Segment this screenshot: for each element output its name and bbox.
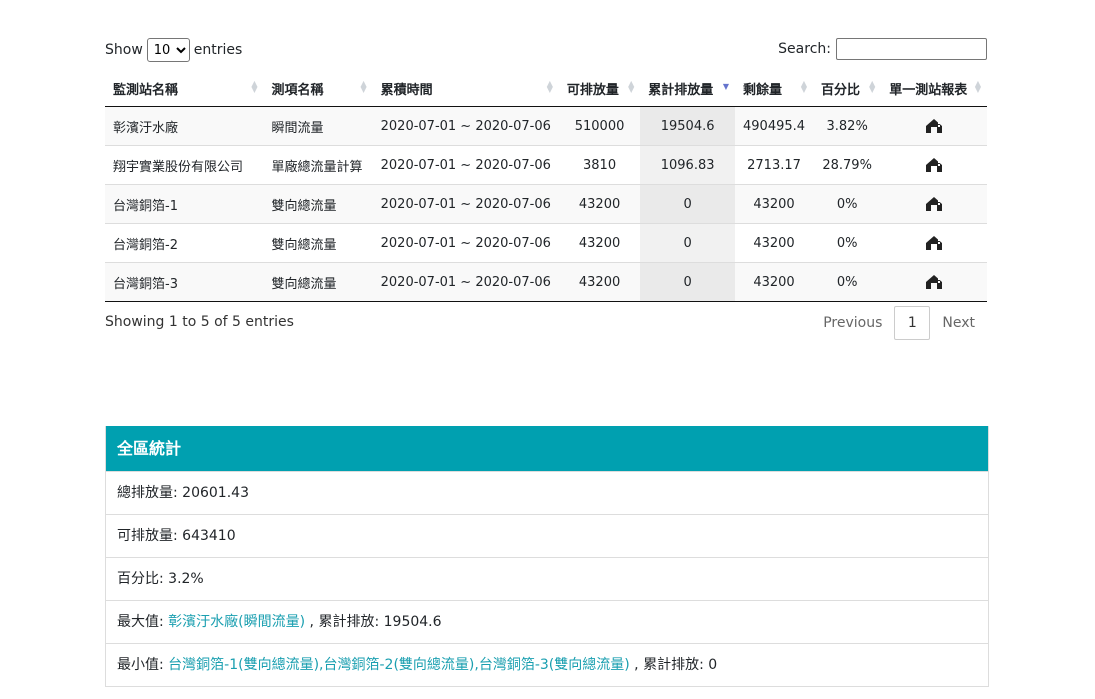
sort-icon: ▲ ▼	[360, 79, 367, 94]
cell-report	[881, 184, 987, 224]
stat-allowed-emission: 可排放量: 643410	[106, 514, 988, 557]
cell-cumulative: 0	[640, 184, 735, 224]
cell-item: 雙向總流量	[263, 184, 373, 224]
cell-period: 2020-07-01 ~ 2020-07-06	[372, 262, 559, 302]
cell-allowed: 43200	[558, 262, 641, 302]
report-house-icon[interactable]	[925, 157, 943, 173]
search-control: Search:	[778, 38, 987, 60]
cell-station: 台灣銅箔-1	[105, 184, 264, 224]
table-header-row: 監測站名稱 ▲ ▼ 測項名稱 ▲ ▼ 累積時間 ▲ ▼ 可排放量 ▲ ▼ 累計排放量 ▼ 剩餘量 ▲…	[105, 70, 987, 107]
page-button-1[interactable]: 1	[894, 306, 931, 340]
area-statistics-panel: 全區統計 總排放量: 20601.43 可排放量: 643410 百分比: 3.…	[105, 426, 989, 687]
min-station-link[interactable]: 台灣銅箔-1(雙向總流量),台灣銅箔-2(雙向總流量),台灣銅箔-3(雙向總流量…	[168, 657, 630, 673]
next-button[interactable]: Next	[930, 307, 987, 339]
cell-report	[881, 223, 987, 263]
cell-station: 台灣銅箔-3	[105, 262, 264, 302]
table-row: 彰濱汙水廠 瞬間流量 2020-07-01 ~ 2020-07-06 51000…	[105, 106, 987, 146]
table-row: 翔宇實業股份有限公司 單廠總流量計算 2020-07-01 ~ 2020-07-…	[105, 145, 987, 185]
cell-remaining: 490495.4	[735, 106, 814, 146]
col-header-cumulative[interactable]: 累計排放量 ▼	[640, 70, 735, 107]
page-length-select[interactable]: 10	[146, 38, 190, 62]
cell-period: 2020-07-01 ~ 2020-07-06	[372, 145, 559, 185]
cell-percent: 0%	[813, 262, 882, 302]
cell-cumulative: 19504.6	[640, 106, 735, 146]
stat-label: 總排放量:	[117, 485, 183, 501]
col-header-item[interactable]: 測項名稱 ▲ ▼	[263, 70, 373, 107]
cell-remaining: 2713.17	[735, 145, 814, 185]
cell-report	[881, 106, 987, 146]
stat-total-emission: 總排放量: 20601.43	[106, 471, 988, 514]
emission-table: 監測站名稱 ▲ ▼ 測項名稱 ▲ ▼ 累積時間 ▲ ▼ 可排放量 ▲ ▼ 累計排放量 ▼ 剩餘量 ▲…	[105, 70, 987, 302]
cell-item: 單廠總流量計算	[263, 145, 373, 185]
report-house-icon[interactable]	[925, 118, 943, 134]
search-label: Search:	[778, 41, 831, 57]
entries-label: entries	[193, 42, 243, 58]
cell-remaining: 43200	[735, 262, 814, 302]
sort-icon: ▲ ▼	[800, 79, 808, 94]
stat-value: 3.2%	[168, 571, 204, 587]
cell-allowed: 3810	[558, 145, 641, 185]
table-row: 台灣銅箔-1 雙向總流量 2020-07-01 ~ 2020-07-06 432…	[105, 184, 987, 224]
col-header-allowed[interactable]: 可排放量 ▲ ▼	[558, 70, 641, 107]
cell-allowed: 510000	[558, 106, 641, 146]
cell-item: 瞬間流量	[263, 106, 373, 146]
col-header-period[interactable]: 累積時間 ▲ ▼	[372, 70, 559, 107]
stat-value: 20601.43	[182, 485, 249, 501]
cell-allowed: 43200	[558, 184, 641, 224]
cell-station: 台灣銅箔-2	[105, 223, 264, 263]
sort-icon: ▲ ▼	[869, 79, 876, 94]
cell-percent: 28.79%	[813, 145, 882, 185]
max-station-link[interactable]: 彰濱汙水廠(瞬間流量)	[168, 614, 305, 630]
panel-title: 全區統計	[106, 426, 988, 471]
stat-percentage: 百分比: 3.2%	[106, 557, 988, 600]
previous-button[interactable]: Previous	[811, 307, 894, 339]
stat-suffix: , 累計排放: 0	[629, 657, 718, 673]
report-house-icon[interactable]	[925, 274, 943, 290]
sort-icon: ▲ ▼	[628, 79, 635, 94]
stat-label: 可排放量:	[117, 528, 183, 544]
cell-item: 雙向總流量	[263, 262, 373, 302]
col-header-remaining[interactable]: 剩餘量 ▲ ▼	[735, 70, 814, 107]
table-row: 台灣銅箔-2 雙向總流量 2020-07-01 ~ 2020-07-06 432…	[105, 223, 987, 263]
sort-icon: ▲ ▼	[251, 79, 258, 94]
stat-maximum: 最大值: 彰濱汙水廠(瞬間流量) , 累計排放: 19504.6	[106, 600, 988, 643]
pagination: Previous 1 Next	[811, 306, 987, 340]
cell-percent: 0%	[813, 223, 882, 263]
cell-remaining: 43200	[735, 223, 814, 263]
cell-cumulative: 0	[640, 223, 735, 263]
cell-station: 翔宇實業股份有限公司	[105, 145, 264, 185]
sort-icon: ▲ ▼	[974, 79, 981, 94]
cell-cumulative: 1096.83	[640, 145, 735, 185]
stat-label: 百分比:	[117, 571, 169, 587]
cell-report	[881, 145, 987, 185]
cell-station: 彰濱汙水廠	[105, 106, 264, 146]
search-input[interactable]	[836, 38, 987, 60]
cell-allowed: 43200	[558, 223, 641, 263]
cell-item: 雙向總流量	[263, 223, 373, 263]
cell-report	[881, 262, 987, 302]
table-row: 台灣銅箔-3 雙向總流量 2020-07-01 ~ 2020-07-06 432…	[105, 262, 987, 302]
stat-value: 643410	[182, 528, 236, 544]
stat-label: 最大值:	[117, 614, 169, 630]
cell-period: 2020-07-01 ~ 2020-07-06	[372, 184, 559, 224]
stat-minimum: 最小值: 台灣銅箔-1(雙向總流量),台灣銅箔-2(雙向總流量),台灣銅箔-3(…	[106, 643, 988, 686]
col-header-station[interactable]: 監測站名稱 ▲ ▼	[105, 70, 264, 107]
stat-label: 最小值:	[117, 657, 169, 673]
cell-period: 2020-07-01 ~ 2020-07-06	[372, 223, 559, 263]
cell-percent: 0%	[813, 184, 882, 224]
col-header-report[interactable]: 單一測站報表 ▲ ▼	[881, 70, 987, 107]
report-house-icon[interactable]	[925, 235, 943, 251]
report-house-icon[interactable]	[925, 196, 943, 212]
cell-percent: 3.82%	[813, 106, 882, 146]
sort-icon: ▲ ▼	[546, 79, 553, 94]
cell-cumulative: 0	[640, 262, 735, 302]
show-label: Show	[105, 42, 143, 58]
stat-suffix: , 累計排放: 19504.6	[305, 614, 442, 630]
sort-desc-icon: ▼	[722, 82, 729, 91]
page-length-control: Show 10 entries	[105, 38, 242, 62]
col-header-percent[interactable]: 百分比 ▲ ▼	[813, 70, 882, 107]
cell-remaining: 43200	[735, 184, 814, 224]
cell-period: 2020-07-01 ~ 2020-07-06	[372, 106, 559, 146]
table-info: Showing 1 to 5 of 5 entries	[105, 314, 294, 330]
